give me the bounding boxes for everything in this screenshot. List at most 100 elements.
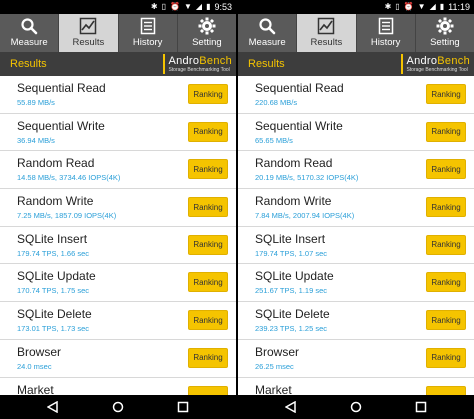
list-item: SQLite Delete 239.23 TPS, 1.25 sec Ranking: [238, 302, 474, 340]
list-item: SQLite Update 170.74 TPS, 1.75 sec Ranking: [0, 264, 236, 303]
benchmark-value: 26.25 msec: [255, 361, 294, 371]
ranking-button[interactable]: Ranking: [188, 84, 228, 104]
gear-icon: [436, 16, 454, 36]
results-list: Sequential Read 220.68 MB/s Ranking Sequent…: [238, 76, 474, 395]
bluetooth-icon: ✱: [150, 2, 158, 11]
ranking-button[interactable]: Ranking: [188, 121, 228, 142]
battery-icon: ▮: [439, 2, 445, 11]
tab-setting[interactable]: Setting: [178, 14, 236, 52]
list-item: Sequential Write 65.65 MB/s Ranking: [238, 114, 474, 152]
ranking-button[interactable]: Ranking: [426, 159, 466, 180]
list-item: Random Read 20.19 MB/s, 5170.32 IOPS(4K) R…: [238, 151, 474, 190]
list-item: Sequential Write 36.94 MB/s Ranking: [0, 114, 236, 152]
list-item: SQLite Insert 179.74 TPS, 1.66 sec Ranking: [0, 227, 236, 265]
ranking-button[interactable]: [426, 385, 466, 395]
benchmark-name: Sequential Read: [255, 81, 344, 95]
benchmark-value: 24.0 msec: [17, 361, 52, 371]
tab-results[interactable]: Results: [59, 14, 119, 52]
navigation-bar: [0, 395, 236, 419]
home-icon[interactable]: [348, 399, 364, 415]
ranking-button[interactable]: Ranking: [188, 310, 228, 331]
benchmark-name: Random Write: [17, 194, 94, 209]
list-item: Sequential Read 220.68 MB/s Ranking: [238, 76, 474, 114]
list-item: Market: [238, 378, 474, 396]
page-title: Results: [10, 58, 47, 70]
benchmark-value: 170.74 TPS, 1.75 sec: [17, 286, 89, 296]
benchmark-value: 239.23 TPS, 1.25 sec: [255, 324, 327, 334]
tab-measure[interactable]: Measure: [0, 14, 60, 52]
ranking-button[interactable]: Ranking: [188, 234, 228, 255]
benchmark-value: 220.68 MB/s: [255, 98, 298, 107]
benchmark-name: Random Write: [255, 194, 332, 209]
tab-label: Setting: [430, 37, 460, 48]
androbench-logo: AndroBench Storage Benchmarking Tool: [401, 54, 470, 74]
tab-label: Measure: [10, 37, 48, 48]
benchmark-name: SQLite Delete: [17, 307, 92, 322]
list-item: Random Read 14.58 MB/s, 3734.46 IOPS(4K) R…: [0, 151, 236, 190]
status-bar: ✱ ▯ ⏰ ▼ ◢ ▮ 9:53: [0, 0, 236, 14]
list-item: Browser 26.25 msec Ranking: [238, 340, 474, 378]
wifi-icon: ▼: [183, 2, 192, 11]
benchmark-value: 14.58 MB/s, 3734.46 IOPS(4K): [17, 173, 121, 183]
ranking-button[interactable]: Ranking: [188, 272, 228, 293]
logo-tagline: Storage Benchmarking Tool: [168, 66, 230, 73]
navigation-bar: [238, 395, 474, 419]
history-icon: [139, 16, 157, 36]
logo-brand-a: Andro: [406, 54, 438, 67]
ranking-button[interactable]: Ranking: [188, 197, 228, 218]
vibrate-icon: ▯: [161, 2, 167, 11]
benchmark-name: Sequential Write: [17, 118, 105, 133]
logo-bar: [163, 54, 166, 74]
ranking-button[interactable]: [188, 385, 228, 395]
signal-icon: ◢: [195, 2, 203, 11]
recents-icon[interactable]: [175, 399, 191, 415]
list-item: Market: [0, 378, 236, 395]
benchmark-name: SQLite Delete: [255, 307, 330, 322]
home-icon[interactable]: [110, 399, 126, 415]
vibrate-icon: ▯: [395, 2, 400, 11]
tab-measure[interactable]: Measure: [238, 14, 298, 52]
status-bar: ✱ ▯ ⏰ ▼ ◢ ▮ 11:19: [238, 0, 474, 14]
tab-results[interactable]: Results: [297, 14, 357, 52]
benchmark-name: Random Read: [255, 156, 333, 171]
list-item: SQLite Insert 179.74 TPS, 1.07 sec Ranking: [238, 227, 474, 265]
back-icon[interactable]: [45, 399, 61, 415]
logo-brand-b: Bench: [437, 54, 470, 67]
tab-history[interactable]: History: [119, 14, 178, 52]
ranking-button[interactable]: Ranking: [426, 197, 466, 218]
tab-label: Results: [72, 37, 105, 48]
results-header: Results AndroBench Storage Benchmarking To…: [0, 52, 236, 76]
signal-icon: ◢: [429, 2, 436, 11]
ranking-button[interactable]: Ranking: [426, 310, 466, 331]
tab-bar: Measure Results History Setting: [238, 14, 474, 52]
logo-brand: AndroBench: [168, 55, 232, 67]
benchmark-name: SQLite Update: [255, 269, 334, 284]
back-icon[interactable]: [283, 399, 299, 415]
tab-label: History: [132, 37, 163, 48]
logo-bar: [401, 54, 404, 74]
ranking-button[interactable]: Ranking: [188, 347, 228, 368]
benchmark-value: 65.65 MB/s: [255, 135, 293, 145]
benchmark-name: SQLite Update: [17, 269, 96, 284]
ranking-button[interactable]: Ranking: [426, 272, 466, 293]
history-icon: [377, 16, 395, 36]
phone-left: ✱ ▯ ⏰ ▼ ◢ ▮ 9:53 Measure Results History Setting Re…: [0, 0, 236, 419]
tab-history[interactable]: History: [357, 14, 416, 52]
tab-label: Results: [310, 37, 343, 48]
benchmark-name: Market: [255, 382, 292, 396]
wifi-icon: ▼: [417, 2, 426, 11]
tab-setting[interactable]: Setting: [416, 14, 474, 52]
recents-icon[interactable]: [413, 399, 429, 415]
ranking-button[interactable]: Ranking: [426, 84, 466, 104]
ranking-button[interactable]: Ranking: [426, 347, 466, 368]
ranking-button[interactable]: Ranking: [188, 159, 228, 180]
phone-right: ✱ ▯ ⏰ ▼ ◢ ▮ 11:19 Measure Results History Setting R…: [238, 0, 474, 419]
search-icon: [258, 16, 276, 36]
list-item: Random Write 7.25 MB/s, 1857.09 IOPS(4K) R…: [0, 189, 236, 227]
benchmark-value: 7.84 MB/s, 2007.94 IOPS(4K): [255, 211, 355, 221]
ranking-button[interactable]: Ranking: [426, 234, 466, 255]
tab-label: History: [370, 37, 401, 48]
benchmark-name: Random Read: [17, 156, 95, 171]
benchmark-name: Sequential Read: [17, 81, 106, 95]
ranking-button[interactable]: Ranking: [426, 121, 466, 142]
